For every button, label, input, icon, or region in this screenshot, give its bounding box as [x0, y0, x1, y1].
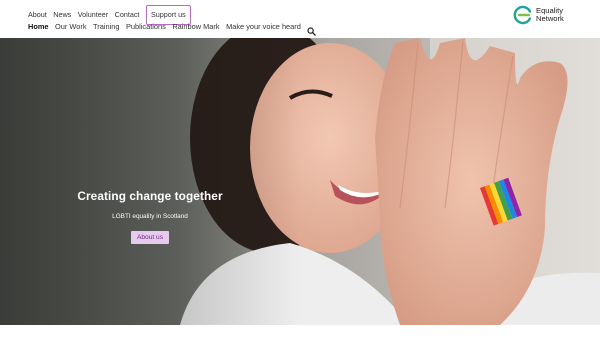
nav-link-training[interactable]: Training — [93, 22, 119, 32]
hero-subtitle: LGBTI equality in Scotland — [112, 213, 188, 220]
main-nav: Home Our Work Training Publications Rain… — [28, 22, 317, 36]
about-us-button[interactable]: About us — [130, 231, 170, 244]
nav-link-rainbow-mark[interactable]: Rainbow Mark — [172, 22, 219, 32]
hero-photo — [0, 38, 600, 325]
logo-line-2: Network — [536, 14, 564, 23]
nav-link-home[interactable]: Home — [28, 22, 49, 32]
nav-link-make-your-voice-heard[interactable]: Make your voice heard — [226, 22, 301, 32]
nav-link-our-work[interactable]: Our Work — [55, 22, 86, 32]
nav-link-contact[interactable]: Contact — [115, 8, 140, 22]
site-header: About News Volunteer Contact Support us … — [0, 0, 600, 38]
logo-mark-icon — [513, 5, 532, 25]
nav-link-news[interactable]: News — [53, 8, 71, 22]
search-icon[interactable] — [307, 23, 317, 36]
hero-title: Creating change together — [77, 189, 223, 203]
nav-link-about[interactable]: About — [28, 8, 47, 22]
logo-text: Equality Network — [536, 6, 564, 24]
page-bottom-strip — [0, 325, 600, 338]
nav-link-volunteer[interactable]: Volunteer — [78, 8, 108, 22]
nav-link-publications[interactable]: Publications — [126, 22, 166, 32]
hero-content: Creating change together LGBTI equality … — [0, 189, 300, 244]
hero-banner: Creating change together LGBTI equality … — [0, 38, 600, 325]
equality-network-logo[interactable]: Equality Network — [513, 5, 564, 25]
